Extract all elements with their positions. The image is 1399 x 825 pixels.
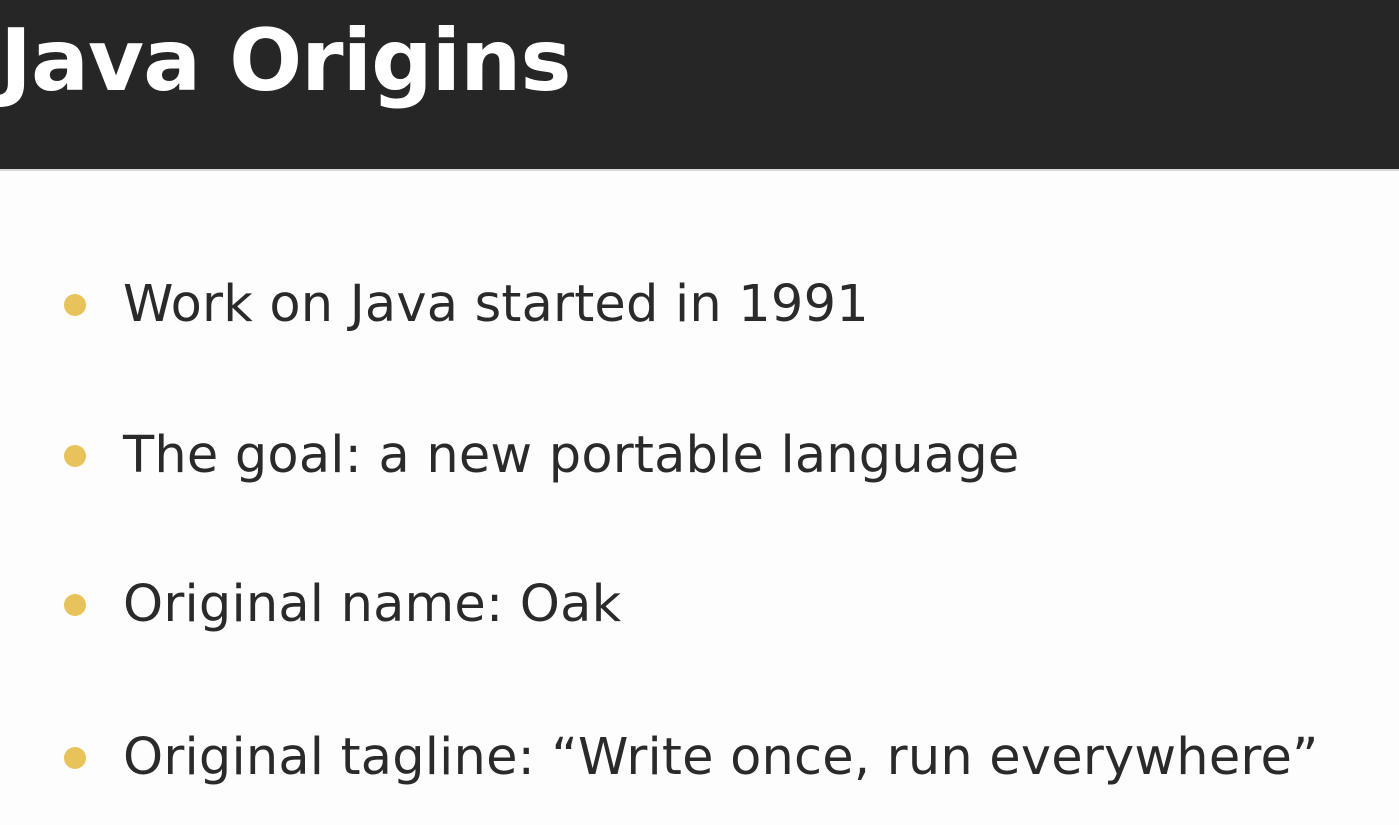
bullet-dot-icon bbox=[64, 445, 86, 467]
bullet-text: Work on Java started in 1991 bbox=[123, 275, 869, 334]
bullet-text: Original tagline: “Write once, run every… bbox=[123, 728, 1319, 787]
bullet-text: Original name: Oak bbox=[123, 575, 622, 634]
bullet-dot-icon bbox=[64, 747, 86, 769]
bullet-dot-icon bbox=[64, 594, 86, 616]
title-bar: Java Origins bbox=[0, 0, 1399, 171]
slide: Java Origins Work on Java started in 199… bbox=[0, 0, 1399, 825]
slide-title: Java Origins bbox=[0, 11, 572, 111]
bullet-text: The goal: a new portable language bbox=[123, 426, 1020, 485]
bullet-dot-icon bbox=[64, 294, 86, 316]
